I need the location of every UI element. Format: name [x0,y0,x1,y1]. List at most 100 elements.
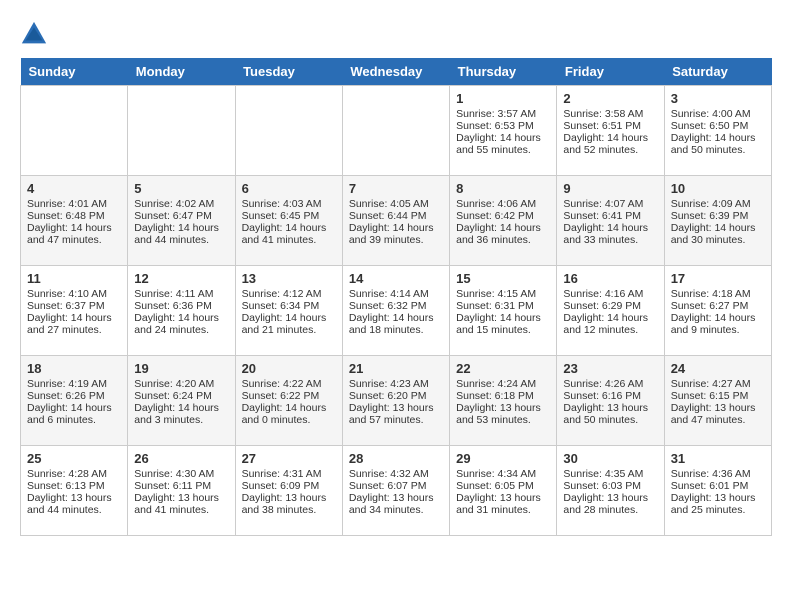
calendar-cell: 12Sunrise: 4:11 AMSunset: 6:36 PMDayligh… [128,266,235,356]
sunrise-text: Sunrise: 3:58 AM [563,108,657,120]
daylight-text: Daylight: 14 hours and 44 minutes. [134,222,228,246]
sunset-text: Sunset: 6:05 PM [456,480,550,492]
day-header-thursday: Thursday [450,58,557,86]
page-header [20,20,772,48]
day-number: 18 [27,361,121,376]
daylight-text: Daylight: 14 hours and 30 minutes. [671,222,765,246]
calendar-cell: 20Sunrise: 4:22 AMSunset: 6:22 PMDayligh… [235,356,342,446]
sunrise-text: Sunrise: 4:36 AM [671,468,765,480]
calendar-cell: 25Sunrise: 4:28 AMSunset: 6:13 PMDayligh… [21,446,128,536]
sunset-text: Sunset: 6:48 PM [27,210,121,222]
calendar-cell: 23Sunrise: 4:26 AMSunset: 6:16 PMDayligh… [557,356,664,446]
calendar-cell: 1Sunrise: 3:57 AMSunset: 6:53 PMDaylight… [450,86,557,176]
day-header-sunday: Sunday [21,58,128,86]
sunset-text: Sunset: 6:51 PM [563,120,657,132]
week-row-5: 25Sunrise: 4:28 AMSunset: 6:13 PMDayligh… [21,446,772,536]
calendar-cell: 31Sunrise: 4:36 AMSunset: 6:01 PMDayligh… [664,446,771,536]
sunrise-text: Sunrise: 4:22 AM [242,378,336,390]
sunset-text: Sunset: 6:29 PM [563,300,657,312]
sunrise-text: Sunrise: 4:27 AM [671,378,765,390]
daylight-text: Daylight: 13 hours and 57 minutes. [349,402,443,426]
sunrise-text: Sunrise: 4:18 AM [671,288,765,300]
daylight-text: Daylight: 13 hours and 31 minutes. [456,492,550,516]
sunrise-text: Sunrise: 4:03 AM [242,198,336,210]
day-number: 12 [134,271,228,286]
calendar-cell: 17Sunrise: 4:18 AMSunset: 6:27 PMDayligh… [664,266,771,356]
calendar-cell: 27Sunrise: 4:31 AMSunset: 6:09 PMDayligh… [235,446,342,536]
daylight-text: Daylight: 14 hours and 52 minutes. [563,132,657,156]
calendar-cell: 21 Sunrise: 4:23 AMSunset: 6:20 PMDayligh… [342,356,449,446]
day-number: 8 [456,181,550,196]
day-number: 22 [456,361,550,376]
calendar-cell [21,86,128,176]
daylight-text: Daylight: 14 hours and 55 minutes. [456,132,550,156]
day-number: 7 [349,181,443,196]
week-row-1: 1Sunrise: 3:57 AMSunset: 6:53 PMDaylight… [21,86,772,176]
calendar-cell: 22Sunrise: 4:24 AMSunset: 6:18 PMDayligh… [450,356,557,446]
day-number: 10 [671,181,765,196]
day-number: 4 [27,181,121,196]
day-number: 13 [242,271,336,286]
calendar-cell: 11Sunrise: 4:10 AMSunset: 6:37 PMDayligh… [21,266,128,356]
sunrise-text: Sunrise: 4:31 AM [242,468,336,480]
sunset-text: Sunset: 6:50 PM [671,120,765,132]
sunset-text: Sunset: 6:47 PM [134,210,228,222]
sunrise-text: Sunrise: 4:06 AM [456,198,550,210]
day-number: 24 [671,361,765,376]
calendar-cell: 2 Sunrise: 3:58 AMSunset: 6:51 PMDaylight… [557,86,664,176]
daylight-text: Daylight: 13 hours and 28 minutes. [563,492,657,516]
sunrise-text: Sunrise: 3:57 AM [456,108,550,120]
calendar-cell [235,86,342,176]
sunrise-text: Sunrise: 4:01 AM [27,198,121,210]
day-number: 19 [134,361,228,376]
sunset-text: Sunset: 6:22 PM [242,390,336,402]
sunset-text: Sunset: 6:20 PM [349,390,443,402]
calendar-cell: 10Sunrise: 4:09 AMSunset: 6:39 PMDayligh… [664,176,771,266]
sunset-text: Sunset: 6:27 PM [671,300,765,312]
day-number: 25 [27,451,121,466]
day-number: 14 [349,271,443,286]
sunset-text: Sunset: 6:34 PM [242,300,336,312]
sunrise-text: Sunrise: 4:16 AM [563,288,657,300]
daylight-text: Daylight: 13 hours and 25 minutes. [671,492,765,516]
daylight-text: Daylight: 13 hours and 50 minutes. [563,402,657,426]
sunset-text: Sunset: 6:26 PM [27,390,121,402]
calendar-cell: 13Sunrise: 4:12 AMSunset: 6:34 PMDayligh… [235,266,342,356]
day-header-monday: Monday [128,58,235,86]
sunrise-text: Sunrise: 4:12 AM [242,288,336,300]
sunset-text: Sunset: 6:36 PM [134,300,228,312]
sunset-text: Sunset: 6:13 PM [27,480,121,492]
calendar-cell: 7Sunrise: 4:05 AMSunset: 6:44 PMDaylight… [342,176,449,266]
sunset-text: Sunset: 6:53 PM [456,120,550,132]
day-number: 21 [349,361,443,376]
calendar-cell [342,86,449,176]
day-number: 9 [563,181,657,196]
sunrise-text: Sunrise: 4:32 AM [349,468,443,480]
calendar-cell: 29Sunrise: 4:34 AMSunset: 6:05 PMDayligh… [450,446,557,536]
calendar-table: SundayMondayTuesdayWednesdayThursdayFrid… [20,58,772,536]
daylight-text: Daylight: 13 hours and 38 minutes. [242,492,336,516]
sunset-text: Sunset: 6:16 PM [563,390,657,402]
day-number: 5 [134,181,228,196]
header-row: SundayMondayTuesdayWednesdayThursdayFrid… [21,58,772,86]
daylight-text: Daylight: 14 hours and 27 minutes. [27,312,121,336]
sunrise-text: Sunrise: 4:19 AM [27,378,121,390]
daylight-text: Daylight: 14 hours and 18 minutes. [349,312,443,336]
sunset-text: Sunset: 6:31 PM [456,300,550,312]
sunrise-text: Sunrise: 4:07 AM [563,198,657,210]
sunrise-text: Sunrise: 4:24 AM [456,378,550,390]
day-number: 2 [563,91,657,106]
day-number: 3 [671,91,765,106]
sunset-text: Sunset: 6:39 PM [671,210,765,222]
sunrise-text: Sunrise: 4:23 AM [349,378,443,390]
calendar-cell [128,86,235,176]
calendar-cell: 5Sunrise: 4:02 AMSunset: 6:47 PMDaylight… [128,176,235,266]
sunset-text: Sunset: 6:18 PM [456,390,550,402]
calendar-cell: 24Sunrise: 4:27 AMSunset: 6:15 PMDayligh… [664,356,771,446]
sunset-text: Sunset: 6:37 PM [27,300,121,312]
day-number: 27 [242,451,336,466]
daylight-text: Daylight: 14 hours and 39 minutes. [349,222,443,246]
day-number: 20 [242,361,336,376]
logo-icon [20,20,48,48]
sunset-text: Sunset: 6:41 PM [563,210,657,222]
